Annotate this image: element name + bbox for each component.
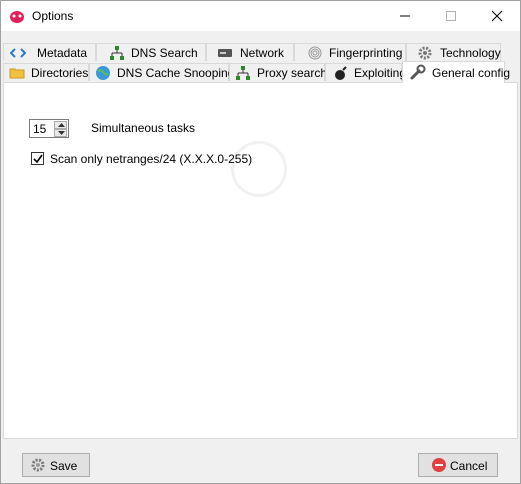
tab-row-1: Metadata DNS Search Network Fingerprinti…	[3, 43, 518, 62]
minimize-icon	[400, 15, 410, 17]
tab-exploiting[interactable]: Exploiting	[325, 63, 406, 81]
tab-label: DNS Search	[131, 46, 198, 60]
tab-label: Metadata	[37, 46, 88, 60]
tab-label: Technology	[440, 46, 501, 60]
chevron-down-icon	[58, 131, 65, 135]
folder-icon	[9, 68, 25, 79]
tab-label: Fingerprinting	[329, 46, 403, 60]
cancel-button[interactable]: Cancel	[418, 453, 498, 477]
save-button[interactable]: Save	[22, 453, 90, 477]
wrench-icon	[410, 64, 426, 80]
tab-dns-search[interactable]: DNS Search	[96, 43, 206, 61]
tab-label: Exploiting	[354, 66, 407, 80]
tab-metadata[interactable]: Metadata	[3, 43, 96, 61]
watermark-logo	[231, 141, 287, 197]
simultaneous-tasks-label: Simultaneous tasks	[91, 121, 196, 135]
tab-technology[interactable]: Technology	[406, 43, 501, 61]
maximize-button[interactable]	[428, 1, 474, 31]
network-tree-icon	[110, 46, 124, 60]
cancel-label: Cancel	[450, 459, 488, 473]
stepper-down-button[interactable]	[54, 129, 67, 137]
close-button[interactable]	[474, 1, 520, 31]
app-icon	[10, 11, 24, 23]
tab-network[interactable]: Network	[206, 43, 294, 61]
tab-label: Network	[240, 46, 285, 60]
simultaneous-tasks-stepper[interactable]: 15	[29, 119, 69, 138]
save-label: Save	[50, 459, 78, 473]
window-title: Options	[32, 9, 74, 23]
minimize-button[interactable]	[382, 1, 428, 31]
tab-label: General config	[432, 66, 511, 80]
bomb-icon	[335, 66, 347, 80]
gear-icon	[418, 46, 432, 60]
close-icon	[491, 10, 503, 22]
tab-general-config[interactable]: General config	[402, 61, 510, 83]
tasks-value: 15	[33, 122, 47, 136]
tab-dns-cache-snooping[interactable]: DNS Cache Snooping	[89, 63, 234, 81]
options-window: Options Metadata DNS Search Network Fing…	[0, 0, 521, 484]
gear-icon	[31, 458, 45, 472]
chevron-up-icon	[58, 123, 65, 127]
fingerprint-icon	[308, 46, 322, 60]
cancel-icon	[432, 458, 446, 472]
tab-label: DNS Cache Snooping	[117, 66, 235, 80]
checkmark-icon	[33, 154, 43, 164]
general-config-panel	[3, 82, 518, 439]
tab-proxy-search[interactable]: Proxy search	[229, 63, 328, 81]
scan-netranges-checkbox[interactable]	[31, 152, 44, 165]
server-icon	[218, 49, 232, 57]
tab-fingerprinting[interactable]: Fingerprinting	[294, 43, 406, 61]
scan-netranges-label[interactable]: Scan only netranges/24 (X.X.X.0-255)	[50, 152, 252, 166]
stepper-up-button[interactable]	[54, 121, 67, 129]
tab-label: Directories	[31, 66, 89, 80]
network-tree-icon	[236, 66, 250, 80]
code-icon	[10, 48, 26, 58]
tab-label: Proxy search	[257, 66, 328, 80]
maximize-icon	[446, 11, 456, 21]
globe-icon	[96, 66, 110, 80]
tab-row-2: Directories DNS Cache Snooping Proxy sea…	[3, 61, 518, 83]
tab-directories[interactable]: Directories	[3, 63, 89, 81]
title-bar: Options	[1, 1, 520, 31]
